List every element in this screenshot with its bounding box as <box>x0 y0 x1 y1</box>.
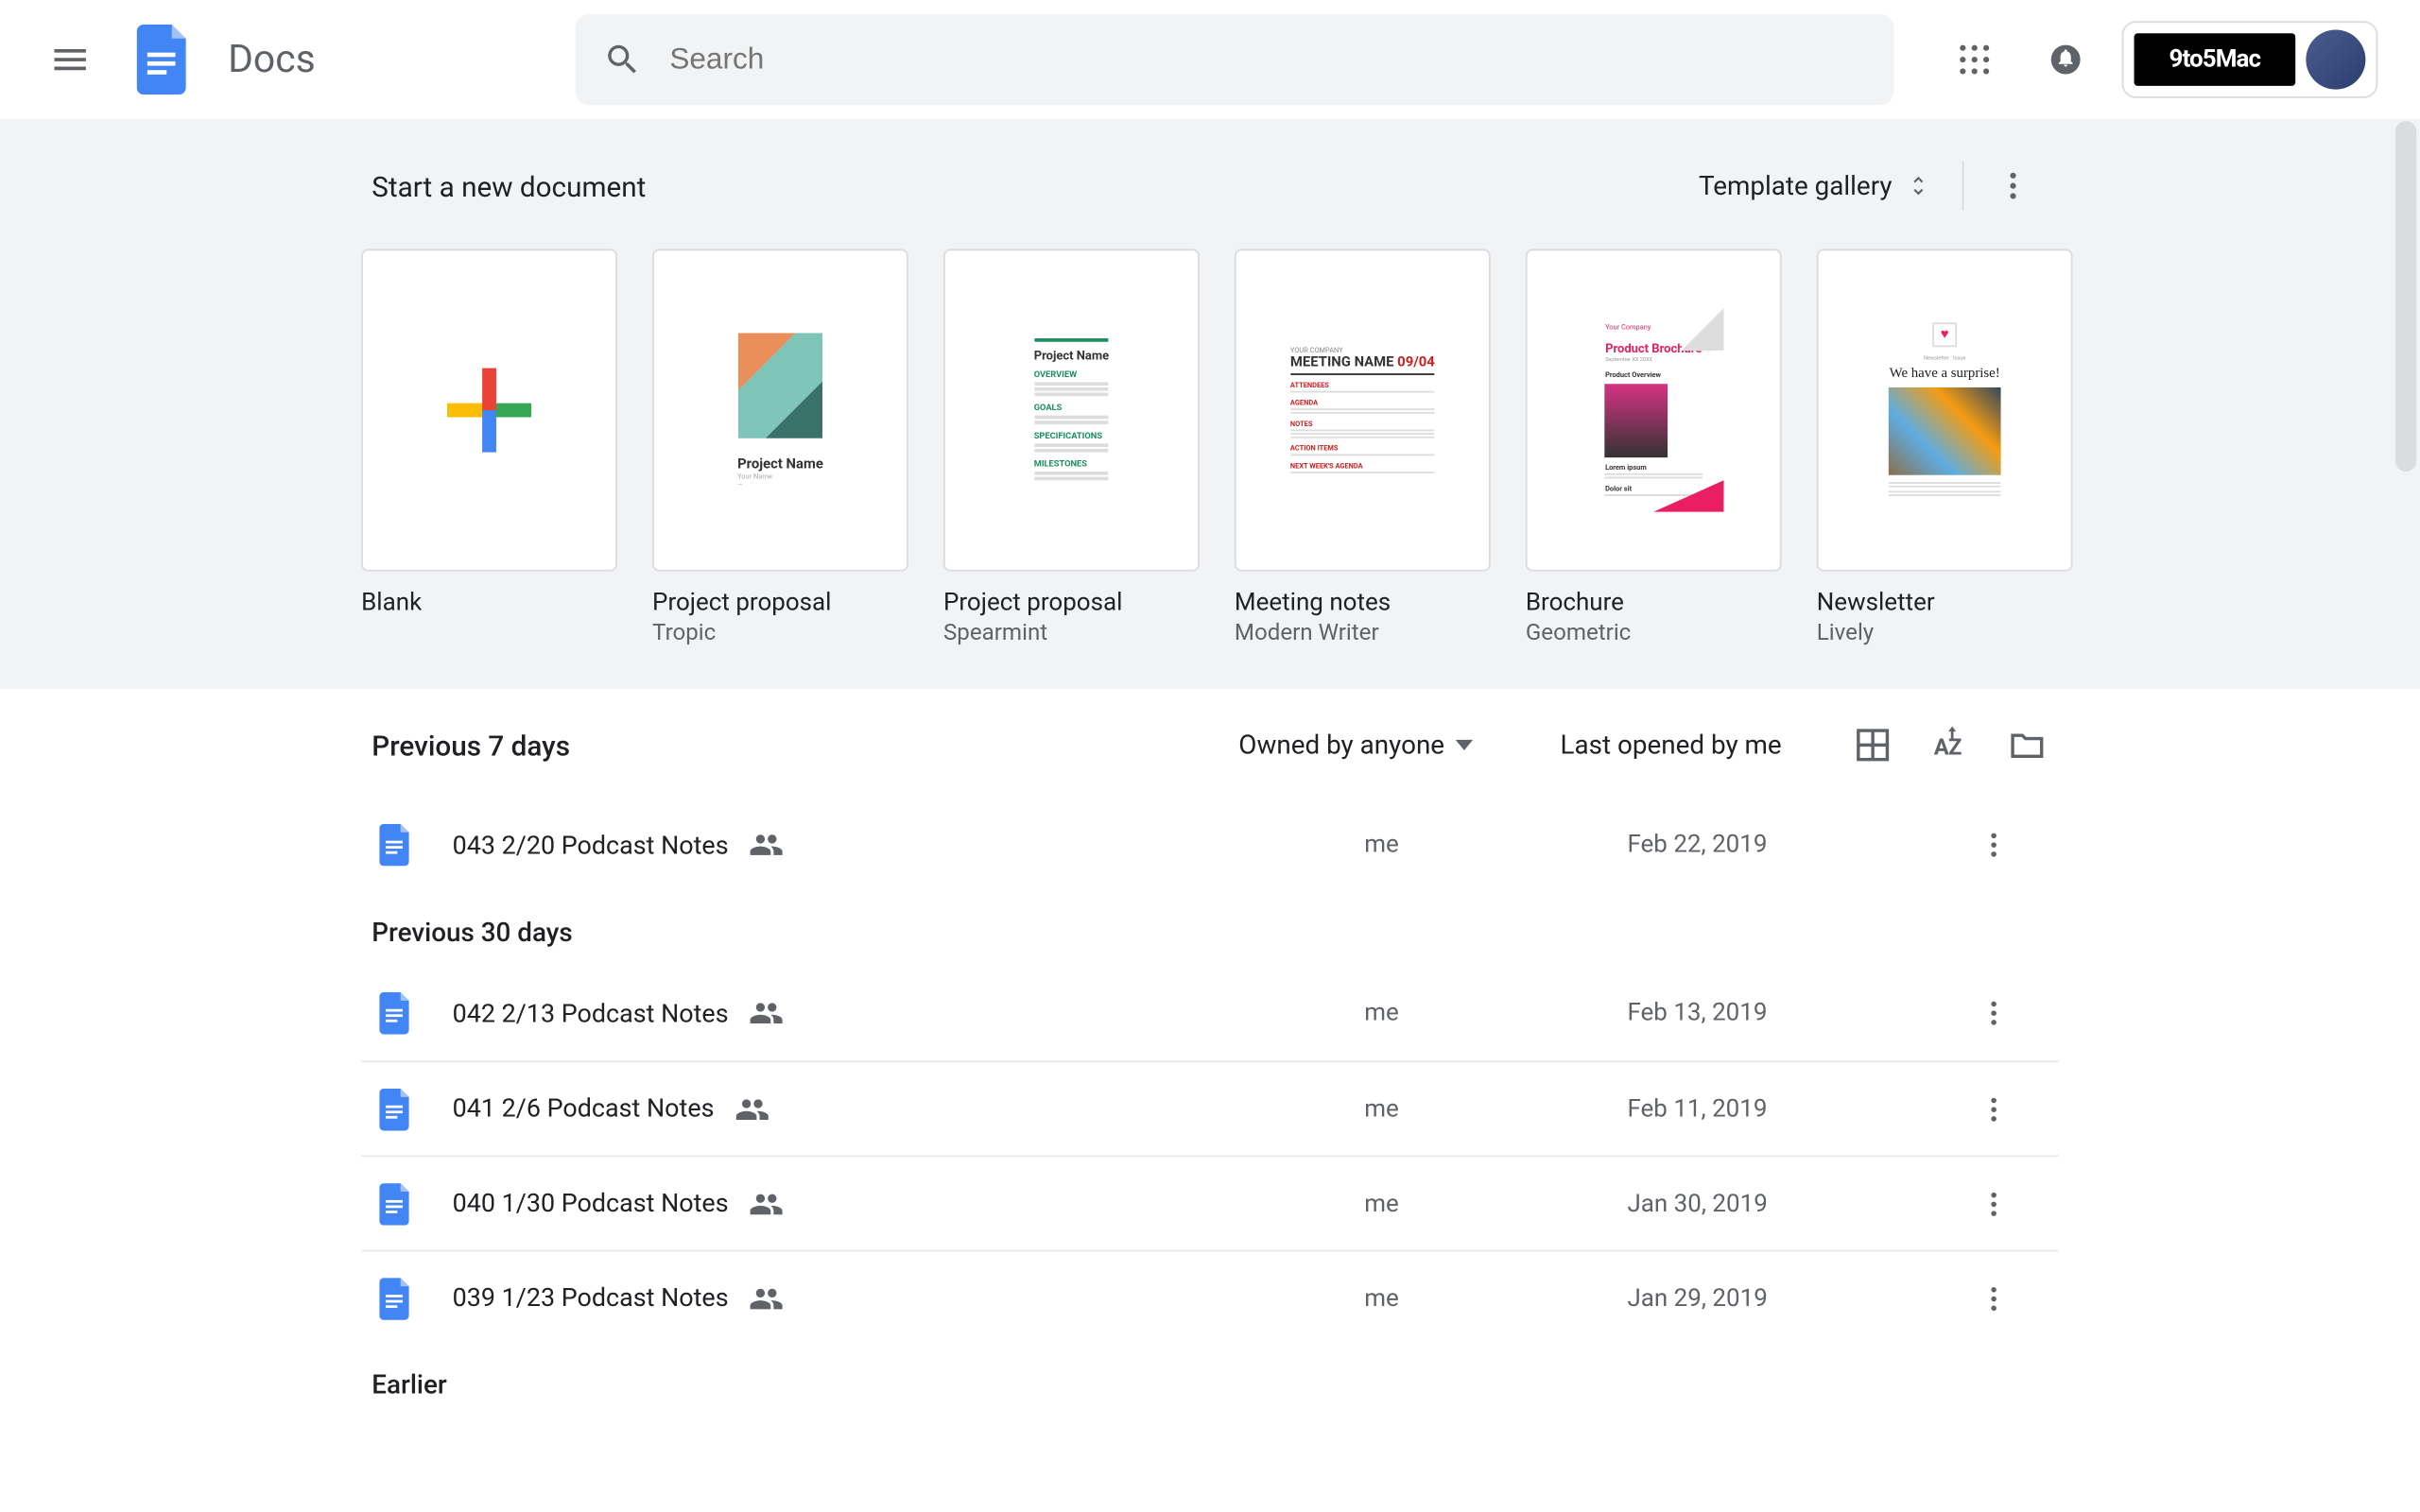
shared-icon <box>750 1186 785 1221</box>
doc-icon <box>379 824 422 867</box>
user-avatar[interactable] <box>2306 30 2365 90</box>
owner-filter-label: Owned by anyone <box>1238 730 1444 761</box>
doc-date: Feb 13, 2019 <box>1627 999 1978 1027</box>
apps-grid-icon <box>1957 43 1992 77</box>
template-name: Project proposal <box>943 589 1200 617</box>
group-header: Earlier <box>361 1345 2059 1418</box>
doc-icon <box>379 1277 422 1319</box>
search-icon <box>603 41 642 79</box>
hamburger-icon <box>49 39 92 81</box>
doc-title: 042 2/13 Podcast Notes <box>453 998 729 1028</box>
dropdown-arrow-icon <box>1455 740 1473 750</box>
template-gallery-button[interactable]: Template gallery <box>1681 160 1948 213</box>
doc-date: Feb 11, 2019 <box>1627 1094 1978 1123</box>
template-newsletter[interactable]: ♥Newsletter · IssueWe have a surprise! N… <box>1817 249 2073 646</box>
document-row[interactable]: 039 1/23 Podcast Notes meJan 29, 2019 <box>361 1250 2059 1345</box>
doc-owner: me <box>1364 1190 1627 1218</box>
group-header: Previous 7 days <box>372 729 570 762</box>
doc-date: Feb 22, 2019 <box>1627 831 1978 859</box>
sort-az-button[interactable]: AZ <box>1929 724 1972 766</box>
doc-more-button[interactable] <box>1978 1093 2048 1125</box>
document-row[interactable]: 041 2/6 Podcast Notes meFeb 11, 2019 <box>361 1060 2059 1155</box>
template-name: Project proposal <box>652 589 908 617</box>
template-gallery-label: Template gallery <box>1699 170 1893 201</box>
doc-more-button[interactable] <box>1978 829 2048 860</box>
search-input[interactable] <box>669 43 1865 77</box>
document-row[interactable]: 042 2/13 Podcast Notes meFeb 13, 2019 <box>361 966 2059 1060</box>
template-section: Start a new document Template gallery <box>0 119 2420 689</box>
app-header: Docs <box>0 0 2420 119</box>
template-sub: Geometric <box>1526 621 1782 647</box>
template-name: Blank <box>361 589 617 617</box>
apps-button[interactable] <box>1940 25 2010 94</box>
template-name: Meeting notes <box>1235 589 1491 617</box>
doc-title: 040 1/30 Podcast Notes <box>453 1189 729 1219</box>
scrollbar[interactable] <box>2395 121 2416 472</box>
template-name: Newsletter <box>1817 589 2073 617</box>
brand-logo <box>2135 33 2296 86</box>
sort-az-icon: AZ <box>1930 726 1969 765</box>
main-menu-button[interactable] <box>28 18 112 102</box>
doc-title: 043 2/20 Podcast Notes <box>453 830 729 860</box>
bell-icon <box>2048 43 2083 77</box>
shared-icon <box>750 828 785 863</box>
documents-list-section: Previous 7 days Owned by anyone Last ope… <box>0 689 2420 1418</box>
grid-icon <box>1854 726 1893 765</box>
doc-more-button[interactable] <box>1978 1188 2048 1219</box>
shared-icon <box>750 1280 785 1315</box>
open-file-picker-button[interactable] <box>2006 724 2048 766</box>
templates-row: Blank Project NameYour Name— Project pro… <box>361 249 2059 646</box>
shared-icon <box>750 996 785 1031</box>
list-controls: Previous 7 days Owned by anyone Last ope… <box>361 724 2059 766</box>
docs-logo-icon[interactable] <box>133 28 197 92</box>
account-switcher[interactable] <box>2122 21 2378 98</box>
unfold-icon <box>1906 170 1930 201</box>
template-sub: Spearmint <box>943 621 1200 647</box>
doc-icon <box>379 1088 422 1130</box>
svg-text:Z: Z <box>1948 734 1962 761</box>
doc-icon <box>379 1182 422 1225</box>
app-title: Docs <box>228 38 315 81</box>
doc-more-button[interactable] <box>1978 997 2048 1028</box>
doc-more-button[interactable] <box>1978 1282 2048 1314</box>
template-project-proposal-spearmint[interactable]: Project NameOVERVIEWGOALSSPECIFICATIONSM… <box>943 249 1200 646</box>
group-header: Previous 30 days <box>361 892 2059 966</box>
template-meeting-notes[interactable]: YOUR COMPANYMEETING NAME 09/04ATTENDEESA… <box>1235 249 1491 646</box>
search-bar[interactable] <box>575 14 1893 105</box>
folder-icon <box>2008 726 2047 765</box>
sort-label: Last opened by me <box>1561 730 1782 761</box>
template-section-title: Start a new document <box>372 169 646 202</box>
doc-date: Jan 29, 2019 <box>1627 1284 1978 1313</box>
doc-title: 041 2/6 Podcast Notes <box>453 1094 715 1125</box>
document-row[interactable]: 040 1/30 Podcast Notes meJan 30, 2019 <box>361 1155 2059 1249</box>
template-blank[interactable]: Blank <box>361 249 617 646</box>
doc-owner: me <box>1364 1094 1627 1123</box>
owner-filter-dropdown[interactable]: Owned by anyone <box>1238 730 1472 761</box>
more-vert-icon <box>1996 168 2031 203</box>
header-actions <box>1940 21 2393 98</box>
doc-owner: me <box>1364 831 1627 859</box>
document-row[interactable]: 043 2/20 Podcast Notes meFeb 22, 2019 <box>361 798 2059 892</box>
divider <box>1962 162 1964 211</box>
doc-icon <box>379 992 422 1035</box>
template-brochure[interactable]: Your CompanyProduct BrochureSeptember XX… <box>1526 249 1782 646</box>
doc-title: 039 1/23 Podcast Notes <box>453 1283 729 1314</box>
shared-icon <box>735 1091 770 1126</box>
notifications-button[interactable] <box>2031 25 2100 94</box>
svg-text:A: A <box>1934 734 1949 761</box>
plus-icon <box>447 369 531 453</box>
template-sub: Tropic <box>652 621 908 647</box>
template-sub: Modern Writer <box>1235 621 1491 647</box>
doc-owner: me <box>1364 999 1627 1027</box>
doc-owner: me <box>1364 1284 1627 1313</box>
doc-date: Jan 30, 2019 <box>1627 1190 1978 1218</box>
template-name: Brochure <box>1526 589 1782 617</box>
template-sub: Lively <box>1817 621 2073 647</box>
document-groups: 043 2/20 Podcast NotesmeFeb 22, 2019Prev… <box>361 798 2059 1418</box>
template-more-button[interactable] <box>1978 151 2048 221</box>
template-project-proposal-tropic[interactable]: Project NameYour Name— Project proposal … <box>652 249 908 646</box>
grid-view-button[interactable] <box>1852 724 1894 766</box>
